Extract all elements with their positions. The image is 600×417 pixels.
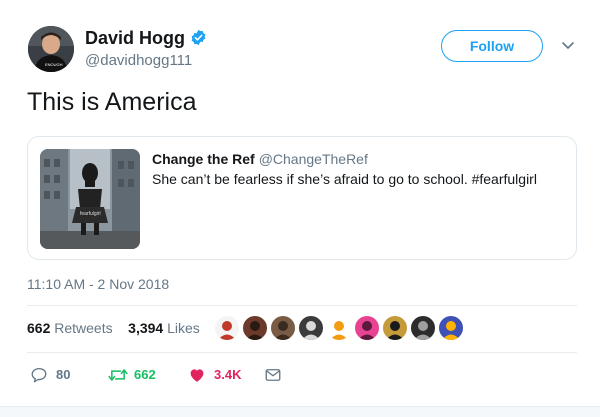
quoted-tweet-image: fearfulgirl (40, 149, 140, 249)
divider (27, 305, 577, 306)
envelope-icon (265, 369, 281, 381)
heart-icon (190, 369, 204, 382)
tweet-stats: 662 Retweets 3,394 Likes (27, 320, 200, 336)
quoted-tweet-card[interactable]: fearfulgirl Change the Ref @ChangeTheRef … (27, 136, 577, 260)
retweets-count: 662 (27, 320, 51, 336)
liker-avatar-7[interactable] (381, 314, 409, 342)
liker-avatar-4[interactable] (297, 314, 325, 342)
liker-avatar-3[interactable] (269, 314, 297, 342)
chevron-down-icon[interactable] (561, 40, 575, 52)
quoted-tweet-author[interactable]: Change the Ref @ChangeTheRef (152, 151, 368, 167)
author-name[interactable]: David Hogg (85, 28, 185, 49)
author-handle[interactable]: @davidhogg111 (85, 52, 192, 69)
image-caption-text: fearfulgirl (80, 211, 101, 217)
quoted-tweet-name: Change the Ref (152, 151, 255, 167)
retweet-icon (108, 369, 128, 381)
retweets-label: Retweets (54, 320, 113, 336)
direct-message-button[interactable] (264, 366, 284, 384)
liker-avatar-6[interactable] (353, 314, 381, 342)
divider (27, 352, 577, 353)
likes-stat[interactable]: 3,394 Likes (128, 320, 200, 336)
reply-button[interactable]: 80 (30, 366, 80, 384)
like-count: 3.4K (214, 367, 242, 382)
tweet-text: This is America (27, 88, 197, 116)
verified-badge-icon (191, 29, 206, 46)
avatar-shirt-text: ENOUGH (45, 62, 63, 67)
retweets-stat[interactable]: 662 Retweets (27, 320, 113, 336)
liker-avatar-1[interactable] (213, 314, 241, 342)
reply-count: 80 (56, 367, 71, 382)
liker-avatar-9[interactable] (437, 314, 465, 342)
likes-label: Likes (167, 320, 200, 336)
follow-button[interactable]: Follow (441, 30, 543, 62)
quoted-tweet-text: She can’t be fearless if she’s afraid to… (152, 171, 537, 187)
liker-avatar-2[interactable] (241, 314, 269, 342)
like-button[interactable]: 3.4K (188, 366, 248, 384)
retweet-count: 662 (134, 367, 156, 382)
author-avatar[interactable]: ENOUGH (28, 26, 74, 72)
quoted-tweet-handle: @ChangeTheRef (258, 151, 368, 167)
reply-icon (31, 367, 47, 383)
page-footer-bar (0, 406, 600, 417)
liker-avatar-5[interactable] (325, 314, 353, 342)
retweet-button[interactable]: 662 (108, 366, 168, 384)
tweet-timestamp[interactable]: 11:10 AM - 2 Nov 2018 (27, 276, 169, 292)
likes-count: 3,394 (128, 320, 164, 336)
liker-avatar-8[interactable] (409, 314, 437, 342)
